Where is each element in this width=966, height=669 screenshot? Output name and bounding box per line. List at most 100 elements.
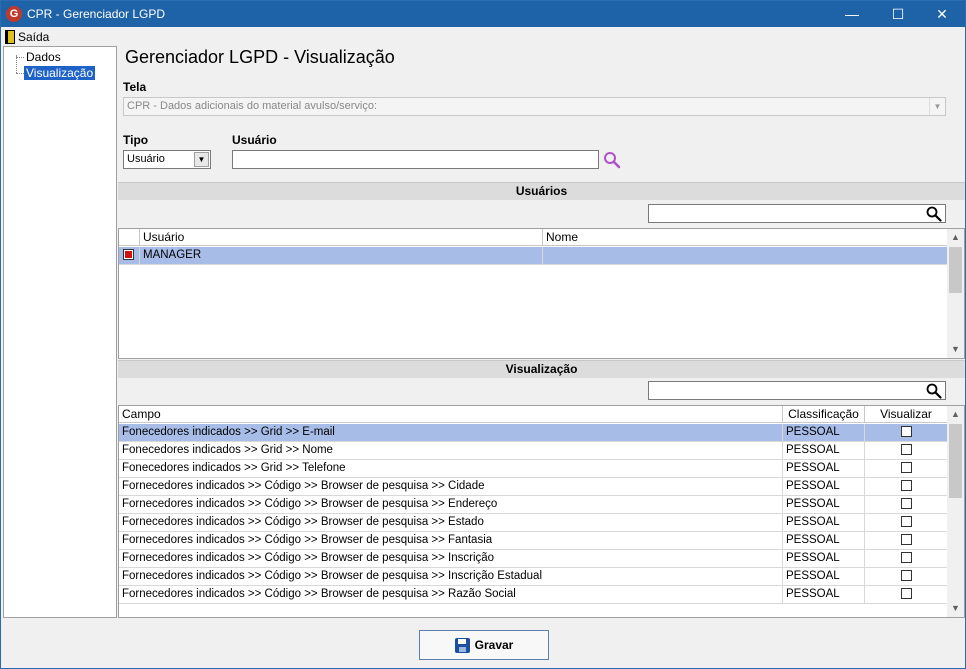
campo-cell: Fornecedores indicados >> Código >> Brow… (119, 532, 783, 549)
classificacao-cell: PESSOAL (783, 442, 865, 459)
save-button-label: Gravar (474, 638, 514, 652)
search-icon[interactable] (926, 206, 942, 222)
visualizar-checkbox[interactable] (900, 552, 912, 564)
visualizar-cell[interactable] (865, 586, 948, 603)
campo-cell: Fornecedores indicados >> Código >> Brow… (119, 550, 783, 567)
visualizacao-section-header: Visualização (118, 360, 965, 378)
visualizar-checkbox[interactable] (900, 462, 912, 474)
campo-cell: Fornecedores indicados >> Código >> Brow… (119, 586, 783, 603)
save-button[interactable]: Gravar (419, 630, 549, 660)
maximize-button[interactable]: ☐ (875, 1, 921, 27)
usuario-cell: MANAGER (140, 247, 543, 264)
visualizacao-filter-input[interactable] (648, 381, 946, 400)
row-checkbox[interactable] (123, 249, 134, 261)
usuario-label: Usuário (232, 133, 277, 147)
table-row[interactable]: Fornecedores indicados >> Código >> Brow… (119, 478, 948, 496)
table-row[interactable]: Fornecedores indicados >> Código >> Brow… (119, 586, 948, 604)
visualizar-checkbox[interactable] (900, 444, 912, 456)
table-row[interactable]: Fonecedores indicados >> Grid >> Nome PES… (119, 442, 948, 460)
campo-cell: Fonecedores indicados >> Grid >> Telefon… (119, 460, 783, 477)
table-row[interactable]: Fornecedores indicados >> Código >> Brow… (119, 550, 948, 568)
campo-cell: Fornecedores indicados >> Código >> Brow… (119, 568, 783, 585)
visualizar-checkbox[interactable] (900, 570, 912, 582)
visualizar-cell[interactable] (865, 532, 948, 549)
table-row[interactable]: Fornecedores indicados >> Código >> Brow… (119, 532, 948, 550)
tipo-value: Usuário (127, 153, 165, 165)
tree-item-visualizacao[interactable]: Visualização (24, 66, 96, 80)
table-row[interactable]: Fornecedores indicados >> Código >> Brow… (119, 514, 948, 532)
campo-cell: Fornecedores indicados >> Código >> Brow… (119, 496, 783, 513)
usuarios-scrollbar[interactable]: ▲ ▼ (947, 229, 964, 358)
column-header-visualizar[interactable]: Visualizar (865, 406, 948, 423)
visualizar-cell[interactable] (865, 514, 948, 531)
tipo-select[interactable]: Usuário ▼ (123, 150, 211, 169)
app-window: G CPR - Gerenciador LGPD — ☐ ✕ Saída Dad… (0, 0, 966, 669)
navigation-tree: Dados Visualização (3, 46, 117, 618)
campo-cell: Fonecedores indicados >> Grid >> Nome (119, 442, 783, 459)
chevron-down-icon[interactable]: ▼ (194, 152, 209, 167)
usuario-input[interactable] (232, 150, 599, 169)
minimize-button[interactable]: — (829, 1, 875, 27)
visualizar-checkbox[interactable] (900, 498, 912, 510)
window-title: CPR - Gerenciador LGPD (27, 7, 166, 21)
visualizar-cell[interactable] (865, 496, 948, 513)
campo-cell: Fornecedores indicados >> Código >> Brow… (119, 514, 783, 531)
app-logo-icon: G (6, 6, 22, 22)
visualizacao-scrollbar[interactable]: ▲ ▼ (947, 406, 964, 617)
visualizar-checkbox[interactable] (900, 480, 912, 492)
chevron-down-icon[interactable]: ▼ (929, 98, 945, 115)
menu-bar: Saída (1, 27, 965, 46)
scroll-thumb[interactable] (949, 424, 962, 498)
classificacao-cell: PESSOAL (783, 514, 865, 531)
usuarios-grid: Usuário Nome MANAGER ▲ ▼ (118, 228, 965, 359)
classificacao-cell: PESSOAL (783, 586, 865, 603)
visualizar-cell[interactable] (865, 424, 948, 441)
classificacao-cell: PESSOAL (783, 424, 865, 441)
usuarios-filter-input[interactable] (648, 204, 946, 223)
table-row[interactable]: Fonecedores indicados >> Grid >> Telefon… (119, 460, 948, 478)
tree-connector (16, 73, 24, 74)
classificacao-cell: PESSOAL (783, 460, 865, 477)
tela-label: Tela (123, 80, 147, 94)
title-bar[interactable]: G CPR - Gerenciador LGPD — ☐ ✕ (1, 1, 965, 27)
visualizar-checkbox[interactable] (900, 588, 912, 600)
classificacao-cell: PESSOAL (783, 550, 865, 567)
scroll-up-icon[interactable]: ▲ (947, 229, 964, 246)
visualizar-cell[interactable] (865, 568, 948, 585)
visualizar-checkbox[interactable] (900, 516, 912, 528)
menu-exit-label: Saída (18, 30, 50, 44)
visualizar-checkbox[interactable] (900, 534, 912, 546)
menu-exit[interactable]: Saída (5, 29, 49, 45)
tela-combobox[interactable]: CPR - Dados adicionais do material avuls… (123, 97, 946, 116)
visualizar-cell[interactable] (865, 550, 948, 567)
table-row[interactable]: Fonecedores indicados >> Grid >> E-mail P… (119, 424, 948, 442)
table-row[interactable]: MANAGER (119, 247, 948, 265)
column-header-campo[interactable]: Campo (119, 406, 783, 423)
table-row[interactable]: Fornecedores indicados >> Código >> Brow… (119, 568, 948, 586)
page-title: Gerenciador LGPD - Visualização (125, 47, 395, 67)
tree-item-dados[interactable]: Dados (24, 50, 63, 64)
close-button[interactable]: ✕ (919, 1, 965, 27)
table-row[interactable]: Fornecedores indicados >> Código >> Brow… (119, 496, 948, 514)
visualizar-checkbox[interactable] (900, 426, 912, 438)
scroll-thumb[interactable] (949, 247, 962, 293)
classificacao-cell: PESSOAL (783, 478, 865, 495)
visualizar-cell[interactable] (865, 442, 948, 459)
scroll-up-icon[interactable]: ▲ (947, 406, 964, 423)
visualizar-cell[interactable] (865, 460, 948, 477)
campo-cell: Fornecedores indicados >> Código >> Brow… (119, 478, 783, 495)
campo-cell: Fonecedores indicados >> Grid >> E-mail (119, 424, 783, 441)
search-icon[interactable] (926, 383, 942, 399)
scroll-down-icon[interactable]: ▼ (947, 600, 964, 617)
column-header-usuario[interactable]: Usuário (140, 229, 543, 246)
tree-connector (16, 57, 24, 58)
exit-door-icon (5, 30, 15, 44)
visualizar-cell[interactable] (865, 478, 948, 495)
usuarios-section-header: Usuários (118, 182, 965, 200)
column-header-nome[interactable]: Nome (543, 229, 948, 246)
scroll-down-icon[interactable]: ▼ (947, 341, 964, 358)
column-header-classificacao[interactable]: Classificação (783, 406, 865, 423)
row-checkbox-cell[interactable] (119, 247, 140, 264)
nome-cell (543, 247, 948, 264)
search-icon[interactable] (603, 151, 621, 169)
